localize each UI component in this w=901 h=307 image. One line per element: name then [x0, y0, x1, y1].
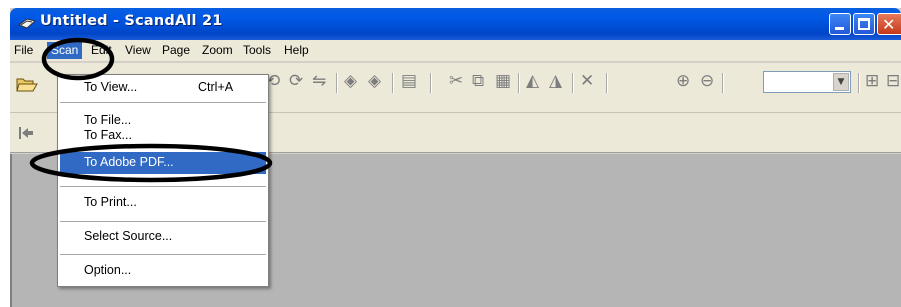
fit-page-icon[interactable]: ⊞ [865, 71, 879, 91]
mirror-right-icon[interactable]: ◮ [549, 71, 562, 91]
menu-item-label: To Adobe PDF... [84, 155, 174, 169]
scandall-window: Untitled - ScandAll 21 ✕ File Scan Edit … [10, 8, 901, 307]
menu-help[interactable]: Help [284, 43, 309, 57]
open-folder-icon[interactable] [16, 75, 38, 93]
menu-item-to-adobe-pdf[interactable]: To Adobe PDF... [60, 152, 266, 174]
page-next-icon[interactable]: ◈ [368, 71, 381, 91]
menu-item-to-view[interactable]: To View... Ctrl+A [58, 77, 268, 99]
toolbar-separator [430, 73, 432, 93]
cut-icon[interactable]: ✂ [449, 71, 463, 91]
menu-separator [60, 254, 266, 255]
close-button[interactable]: ✕ [877, 13, 901, 35]
menu-item-to-fax[interactable]: To Fax... [58, 130, 268, 142]
toolbar-separator [606, 73, 608, 93]
maximize-icon [858, 18, 870, 30]
minimize-icon [835, 27, 844, 30]
zoom-combo[interactable]: ▼ [763, 71, 851, 93]
close-icon: ✕ [882, 15, 896, 34]
mirror-left-icon[interactable]: ◭ [526, 71, 539, 91]
menu-item-option[interactable]: Option... [58, 260, 268, 282]
chevron-down-icon[interactable]: ▼ [833, 73, 849, 91]
zoom-out-icon[interactable]: ⊖ [700, 71, 714, 91]
fit-width-icon[interactable]: ⊟ [886, 71, 900, 91]
menu-item-label: To Print... [84, 195, 137, 209]
menu-item-label: To Fax... [84, 130, 132, 142]
window-title: Untitled - ScandAll 21 [40, 13, 223, 29]
toolbar-separator [392, 73, 394, 93]
menu-separator [60, 102, 266, 103]
thumbnail-icon[interactable]: ▤ [401, 71, 417, 91]
menu-item-to-file[interactable]: To File... [58, 110, 268, 132]
copy-icon[interactable]: ⧉ [472, 71, 484, 91]
page-prev-icon[interactable]: ◈ [344, 71, 357, 91]
scan-dropdown-menu: To View... Ctrl+A To File... To Fax... T… [57, 74, 269, 287]
toolbar-separator [336, 73, 338, 93]
toolbar-separator [572, 73, 574, 93]
menu-scan[interactable]: Scan [47, 42, 83, 59]
menu-view[interactable]: View [125, 43, 151, 57]
menu-separator [60, 221, 266, 222]
menu-file[interactable]: File [14, 43, 33, 57]
menu-item-select-source[interactable]: Select Source... [58, 226, 268, 248]
menu-item-label: To View... [84, 80, 138, 94]
toolbar-separator [518, 73, 520, 93]
menu-zoom[interactable]: Zoom [202, 43, 233, 57]
title-bar[interactable]: Untitled - ScandAll 21 ✕ [10, 8, 901, 40]
menu-item-to-print[interactable]: To Print... [58, 192, 268, 214]
minimize-button[interactable] [829, 13, 851, 35]
paste-icon[interactable]: ▦ [495, 71, 511, 91]
menu-item-label: To File... [84, 113, 132, 127]
window-app-icon [18, 18, 36, 29]
menu-page[interactable]: Page [162, 43, 190, 57]
maximize-button[interactable] [853, 13, 875, 35]
rotate-right-icon[interactable]: ⟳ [289, 71, 303, 91]
menu-edit[interactable]: Edit [91, 43, 112, 57]
menu-bar: File Scan Edit View Page Zoom Tools Help [10, 40, 901, 62]
menu-tools[interactable]: Tools [243, 43, 271, 57]
menu-separator [60, 186, 266, 187]
toolbar-separator [722, 73, 724, 93]
toolbar-back-icon[interactable] [18, 125, 34, 141]
menu-item-label: Select Source... [84, 229, 173, 243]
toolbar-separator [858, 73, 860, 93]
menu-item-label: Option... [84, 263, 132, 277]
flip-icon[interactable]: ⇋ [312, 71, 326, 91]
menu-item-shortcut: Ctrl+A [198, 80, 234, 94]
zoom-in-icon[interactable]: ⊕ [676, 71, 690, 91]
delete-icon[interactable]: ✕ [580, 71, 594, 91]
